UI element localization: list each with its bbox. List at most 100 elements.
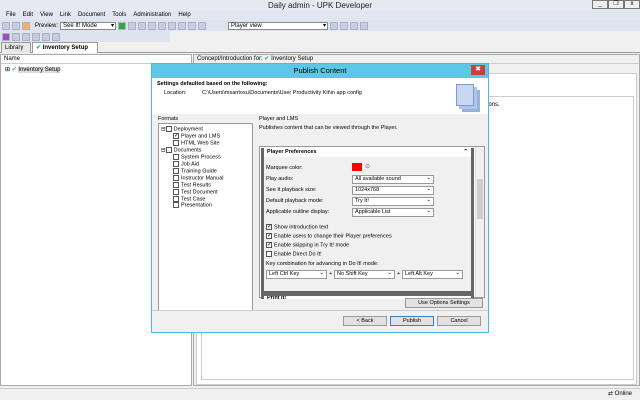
save-icon[interactable]: [12, 21, 20, 30]
key-combination-label: Key combination for advancing in Do It! …: [266, 261, 379, 267]
filter-icon[interactable]: [32, 32, 40, 41]
refresh-icon[interactable]: [360, 21, 369, 30]
scrollbar-thumb[interactable]: [477, 179, 483, 219]
key-select[interactable]: Left Alt Key: [402, 270, 463, 279]
field-select[interactable]: Try It!: [352, 197, 434, 206]
checkbox[interactable]: ✓: [173, 132, 179, 139]
menu-link[interactable]: Link: [60, 11, 71, 20]
checkbox[interactable]: ✓: [266, 224, 272, 230]
concept-item[interactable]: Inventory Setup: [271, 56, 313, 62]
checkbox[interactable]: [173, 188, 179, 195]
menu-document[interactable]: Document: [78, 11, 105, 20]
close-button[interactable]: x: [624, 0, 640, 9]
scrollbar[interactable]: [475, 147, 484, 297]
paste-icon[interactable]: [148, 21, 157, 30]
outline-icon[interactable]: [12, 32, 20, 41]
columns-icon[interactable]: [350, 21, 359, 30]
player-preferences-header[interactable]: Player Preferences ⌃: [264, 148, 471, 157]
checkbox[interactable]: [173, 160, 179, 167]
format-item[interactable]: HTML Web Site: [161, 139, 250, 147]
menu-view[interactable]: View: [40, 11, 53, 20]
tab-library[interactable]: Library: [1, 42, 31, 53]
formats-tree: ⊟ Deployment ✓ Player and LMS HTML Web Site ⊟…: [158, 123, 253, 311]
dialog-close-button[interactable]: ✖: [471, 65, 485, 75]
minimize-button[interactable]: _: [592, 0, 608, 9]
back-button[interactable]: < Back: [343, 316, 387, 326]
format-item[interactable]: Presentation: [161, 202, 250, 209]
key-select[interactable]: Left Ctrl Key: [266, 270, 327, 279]
preview-mode-select[interactable]: See It! Mode: [60, 21, 117, 30]
move-down-icon[interactable]: [52, 32, 60, 41]
help-icon[interactable]: [198, 21, 207, 30]
publish-button[interactable]: Publish: [390, 316, 434, 326]
format-label: Test Document: [181, 189, 218, 196]
format-item[interactable]: System Process: [161, 153, 250, 161]
settings-heading: Settings defaulted based on the followin…: [157, 81, 268, 87]
format-item[interactable]: ⊟ Documents: [161, 146, 250, 154]
add-icon[interactable]: [118, 21, 127, 30]
checkbox[interactable]: ✓: [266, 233, 272, 239]
format-item[interactable]: Test Results: [161, 181, 250, 189]
preference-checkbox[interactable]: ✓ Enable users to change their Player pre…: [266, 233, 392, 239]
cut-icon[interactable]: [128, 21, 137, 30]
checkbox[interactable]: [173, 195, 179, 202]
preference-checkbox[interactable]: ✓ Show introduction text: [266, 224, 328, 230]
layout-icon[interactable]: [330, 21, 339, 30]
find-icon[interactable]: [188, 21, 197, 30]
key-select[interactable]: No Shift Key: [334, 270, 395, 279]
delete-icon[interactable]: [158, 21, 167, 30]
menu-edit[interactable]: Edit: [23, 11, 33, 20]
format-item[interactable]: Job Aid: [161, 160, 250, 168]
prefs-header-label: Player Preferences: [267, 149, 317, 155]
menu-file[interactable]: File: [6, 11, 16, 20]
checkbox[interactable]: [173, 174, 179, 181]
menu-tools[interactable]: Tools: [112, 11, 126, 20]
checkbox[interactable]: [173, 181, 179, 188]
settings-header: Settings defaulted based on the followin…: [152, 78, 488, 114]
menu-administration[interactable]: Administration: [133, 11, 171, 20]
format-item[interactable]: Training Guide: [161, 167, 250, 175]
checkbox[interactable]: [165, 126, 172, 132]
preference-checkbox[interactable]: ✓ Enable skipping in Try It! mode: [266, 242, 349, 248]
redo-icon[interactable]: [178, 21, 187, 30]
checkbox[interactable]: [165, 146, 172, 153]
checkbox[interactable]: [173, 202, 179, 209]
collapse-icon[interactable]: ⌃: [463, 148, 468, 157]
format-item[interactable]: Test Document: [161, 188, 250, 196]
copy-icon[interactable]: [138, 21, 147, 30]
format-item[interactable]: ✓ Player and LMS: [161, 132, 250, 140]
tab-inventory-setup[interactable]: ✔ Inventory Setup: [32, 42, 98, 53]
menu-help[interactable]: Help: [178, 11, 190, 20]
secondary-toolbar: [0, 31, 170, 42]
preview-icon[interactable]: [22, 21, 30, 30]
field-label: See It playback size:: [266, 187, 317, 193]
publish-icon[interactable]: [2, 32, 10, 41]
marquee-color-swatch[interactable]: [352, 163, 362, 171]
format-label: Instructor Manual: [181, 175, 224, 182]
use-options-settings-button[interactable]: Use Options Settings: [405, 298, 483, 308]
status-text: Online: [614, 391, 632, 397]
checkbox[interactable]: [173, 153, 179, 160]
checkbox-label: Enable skipping in Try It! mode: [274, 242, 350, 249]
checkbox[interactable]: [173, 167, 179, 174]
check-icon: ✔: [36, 45, 42, 51]
field-select[interactable]: All available sound: [352, 175, 434, 184]
checkbox[interactable]: [266, 251, 272, 257]
open-icon[interactable]: [2, 21, 10, 30]
move-up-icon[interactable]: [42, 32, 50, 41]
checkbox[interactable]: ✓: [266, 242, 272, 248]
undo-icon[interactable]: [168, 21, 177, 30]
format-item[interactable]: Instructor Manual: [161, 174, 250, 182]
view-select[interactable]: Player view: [228, 21, 329, 30]
field-select[interactable]: 1024x768: [352, 186, 434, 195]
preference-checkbox[interactable]: Enable Direct Do It!: [266, 251, 322, 257]
field-select[interactable]: Applicable List: [352, 208, 434, 217]
format-item[interactable]: ⊟ Deployment: [161, 126, 250, 133]
topic-icon[interactable]: [22, 32, 30, 41]
format-item[interactable]: Test Case: [161, 195, 250, 203]
checkbox[interactable]: [173, 139, 179, 146]
cancel-button[interactable]: Cancel: [437, 316, 481, 326]
split-icon[interactable]: [340, 21, 349, 30]
restore-button[interactable]: ❐: [608, 0, 624, 9]
color-picker-icon[interactable]: ⊙: [365, 163, 370, 170]
